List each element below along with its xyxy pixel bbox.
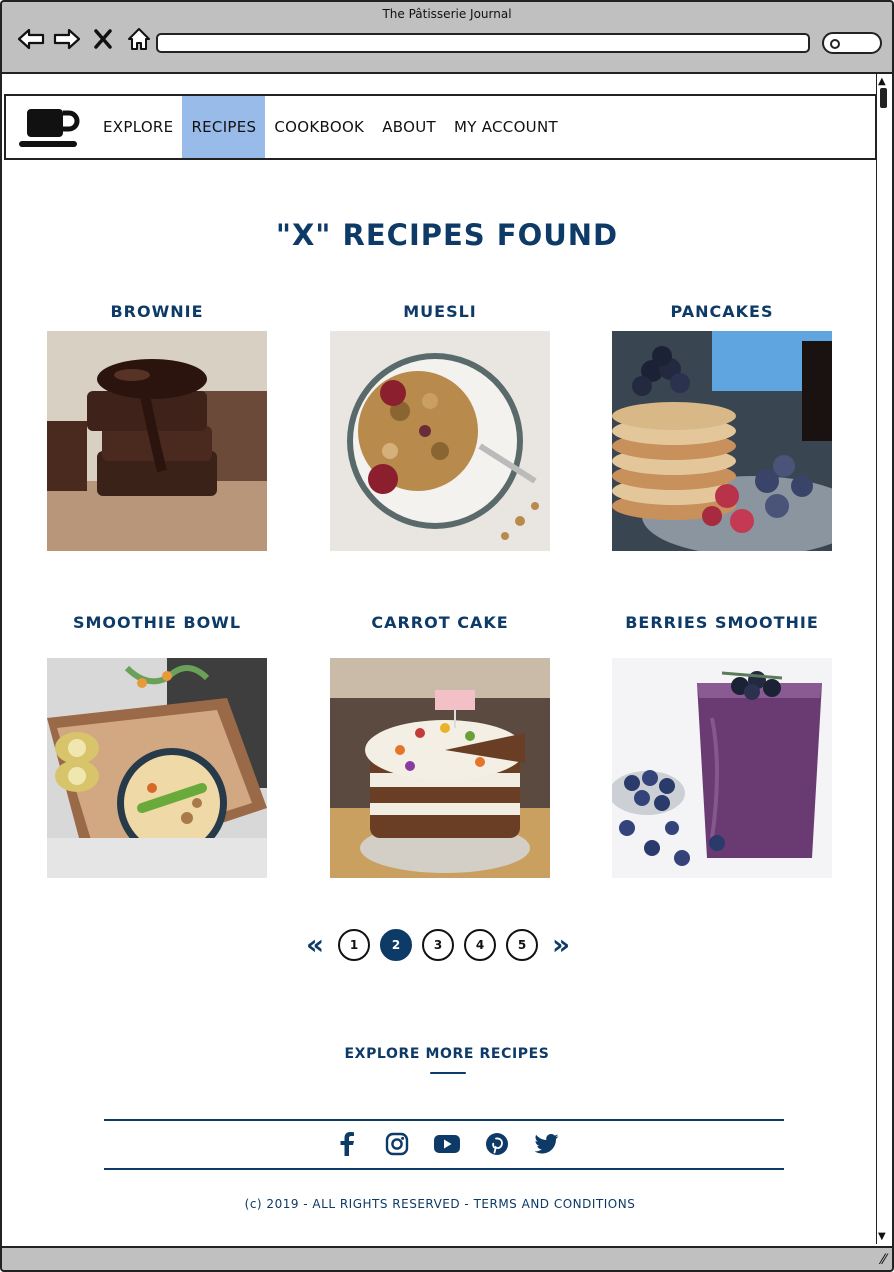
nav-cookbook[interactable]: COOKBOOK <box>265 96 373 158</box>
search-icon <box>830 39 840 49</box>
page-title: "X" RECIPES FOUND <box>275 218 619 252</box>
nav-about[interactable]: ABOUT <box>373 96 445 158</box>
recipe-card-pancakes[interactable]: PANCAKES <box>612 291 832 551</box>
recipe-card-carrot-cake[interactable]: CARROT CAKE <box>330 602 550 878</box>
recipe-title[interactable]: CARROT CAKE <box>330 602 550 642</box>
page-4[interactable]: 4 <box>464 928 496 961</box>
back-arrow-icon[interactable] <box>16 24 46 54</box>
instagram-icon[interactable] <box>383 1130 411 1158</box>
coffee-cup-logo-icon[interactable] <box>6 96 94 158</box>
berries-smoothie-image[interactable] <box>612 658 832 878</box>
nav-links: EXPLORE RECIPES COOKBOOK ABOUT MY ACCOUN… <box>94 96 567 158</box>
footer-divider-top <box>104 1119 784 1121</box>
page-3[interactable]: 3 <box>422 928 454 961</box>
recipe-title[interactable]: BERRIES SMOOTHIE <box>612 602 832 642</box>
facebook-icon[interactable] <box>333 1130 361 1158</box>
recipe-title[interactable]: MUESLI <box>330 291 550 331</box>
previous-page-icon[interactable]: « <box>302 928 328 961</box>
scroll-up-icon[interactable]: ▲ <box>878 76 886 87</box>
page-5[interactable]: 5 <box>506 928 538 961</box>
nav-explore[interactable]: EXPLORE <box>94 96 182 158</box>
window-title: The Pâtisserie Journal <box>382 7 512 21</box>
recipe-card-berries-smoothie[interactable]: BERRIES SMOOTHIE <box>612 602 832 878</box>
recipe-title[interactable]: PANCAKES <box>612 291 832 331</box>
browser-search-field[interactable] <box>822 32 882 54</box>
smoothie-bowl-image[interactable] <box>47 658 267 878</box>
recipe-card-smoothie-bowl[interactable]: SMOOTHIE BOWL <box>47 602 267 878</box>
twitter-icon[interactable] <box>533 1130 561 1158</box>
nav-my-account[interactable]: MY ACCOUNT <box>445 96 567 158</box>
nav-recipes[interactable]: RECIPES <box>182 96 266 158</box>
status-bar: ⁄⁄ <box>0 1246 894 1272</box>
brownie-image[interactable] <box>47 331 267 551</box>
explore-underline <box>430 1072 466 1074</box>
copyright-text[interactable]: (c) 2019 - ALL RIGHTS RESERVED - TERMS A… <box>0 1197 880 1211</box>
address-bar[interactable] <box>156 33 810 53</box>
resize-grip-icon[interactable]: ⁄⁄ <box>881 1252 886 1268</box>
page-1[interactable]: 1 <box>338 928 370 961</box>
recipe-title[interactable]: BROWNIE <box>47 291 267 331</box>
muesli-image[interactable] <box>330 331 550 551</box>
pancakes-image[interactable] <box>612 331 832 551</box>
footer-divider-bottom <box>104 1168 784 1170</box>
carrot-cake-image[interactable] <box>330 658 550 878</box>
site-navbar: EXPLORE RECIPES COOKBOOK ABOUT MY ACCOUN… <box>4 94 877 160</box>
scroll-thumb[interactable] <box>880 88 887 108</box>
recipe-card-brownie[interactable]: BROWNIE <box>47 291 267 551</box>
browser-nav-icons <box>16 24 154 54</box>
close-x-icon[interactable] <box>88 24 118 54</box>
youtube-icon[interactable] <box>433 1130 461 1158</box>
recipe-title[interactable]: SMOOTHIE BOWL <box>47 602 267 642</box>
next-page-icon[interactable]: » <box>548 928 574 961</box>
page-2-current[interactable]: 2 <box>380 928 412 961</box>
forward-arrow-icon[interactable] <box>52 24 82 54</box>
home-icon[interactable] <box>124 24 154 54</box>
social-links <box>0 1130 894 1158</box>
recipe-card-muesli[interactable]: MUESLI <box>330 291 550 551</box>
browser-chrome: The Pâtisserie Journal <box>0 0 894 74</box>
pinterest-icon[interactable] <box>483 1130 511 1158</box>
pagination: « 1 2 3 4 5 » <box>302 928 574 961</box>
scroll-down-icon[interactable]: ▼ <box>878 1231 886 1242</box>
explore-more-link[interactable]: EXPLORE MORE RECIPES <box>0 1046 894 1062</box>
